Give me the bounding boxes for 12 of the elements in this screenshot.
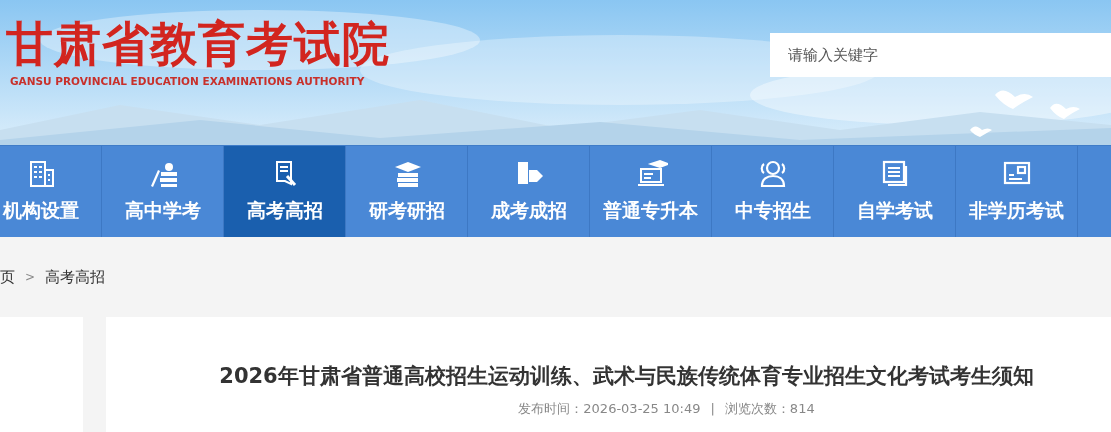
nav-item[interactable]: 高考高招 xyxy=(224,146,346,237)
breadcrumb-link[interactable]: 高考高招 xyxy=(45,265,106,289)
site-title: 甘肃省教育考试院 xyxy=(6,16,390,72)
site-subtitle: GANSU PROVINCIAL EDUCATION EXAMINATIONS AUTHORITY xyxy=(10,74,366,89)
search-field[interactable]: 请输入关键字 xyxy=(770,33,1111,77)
nav-item[interactable]: 机构设置 xyxy=(0,146,102,237)
breadcrumb-separator: > xyxy=(25,269,36,286)
view-count: 浏览次数：814 xyxy=(724,399,815,418)
meta-separator: | xyxy=(710,399,715,418)
publish-time: 发布时间：2026-03-25 10:49 xyxy=(518,399,701,418)
article-title: 2026年甘肃省普通高校招生运动训练、武术与民族传统体育专业招生文化考试考生须知 xyxy=(219,363,1034,390)
breadcrumb-link[interactable]: 页 xyxy=(0,265,15,289)
